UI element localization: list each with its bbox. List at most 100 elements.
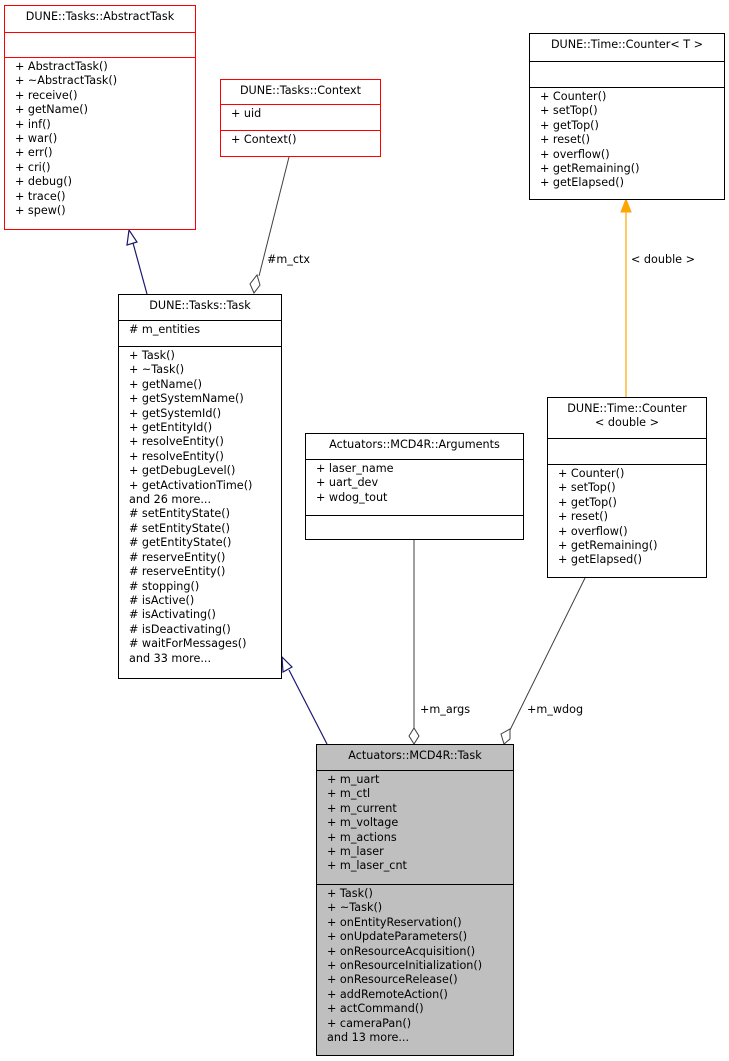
aggregation-edge-m-wdog: [500, 577, 586, 745]
inheritance-edge-mcd4r-task: [281, 655, 328, 745]
class-method: # getEntityState(): [129, 536, 232, 550]
class-method: # isDeactivating(): [129, 622, 231, 636]
class-method: + getActivationTime(): [129, 478, 253, 492]
class-method: + reset(): [540, 133, 590, 147]
class-method: + onResourceInitialization(): [327, 959, 483, 973]
class-method: + ~Task(): [327, 901, 383, 915]
class-method: # reserveEntity(): [129, 550, 226, 564]
class-method: + actCommand(): [327, 1002, 424, 1016]
class-method: # stopping(): [129, 579, 200, 593]
class-arguments[interactable]: Actuators::MCD4R::Arguments + laser_name…: [305, 433, 524, 540]
class-method: + onResourceAcquisition(): [327, 944, 476, 958]
class-abstract-task[interactable]: DUNE::Tasks::AbstractTask + AbstractTask…: [4, 5, 196, 230]
class-name: DUNE::Time::Counter < double >: [548, 398, 706, 438]
methods-section: + Context(): [221, 130, 380, 156]
class-method: + inf(): [15, 117, 51, 131]
class-tasks-task[interactable]: DUNE::Tasks::Task # m_entities + Task() +…: [118, 294, 282, 679]
class-method: + getRemaining(): [540, 162, 640, 176]
class-method: and 26 more...: [129, 493, 212, 507]
class-method: + cameraPan(): [327, 1016, 412, 1030]
edge-label-m-wdog: +m_wdog: [527, 703, 584, 716]
class-context[interactable]: DUNE::Tasks::Context + uid + Context(): [220, 79, 381, 157]
class-name: DUNE::Tasks::Context: [239, 84, 362, 97]
class-method: + Counter(): [558, 467, 625, 480]
class-method: + resolveEntity(): [129, 435, 224, 449]
class-counter-template[interactable]: DUNE::Time::Counter< T > + Counter() + se…: [529, 33, 725, 200]
class-method: + getSystemName(): [129, 392, 244, 406]
class-method: # setEntityState(): [129, 507, 231, 521]
class-method: + getName(): [129, 377, 203, 391]
class-method: + spew(): [15, 204, 66, 218]
methods-section: + Task() + ~Task() + getName() + getSystemN…: [119, 346, 281, 678]
class-method: + ~AbstractTask(): [15, 74, 118, 88]
class-method: + getEntityId(): [129, 421, 213, 435]
class-method: + setTop(): [558, 481, 616, 495]
class-attribute: + m_actions: [327, 830, 397, 844]
class-method: + ~Task(): [129, 363, 185, 377]
class-method: + getElapsed(): [540, 176, 624, 190]
methods-section: [306, 515, 523, 539]
class-name: DUNE::Tasks::AbstractTask: [25, 10, 175, 23]
edge-label-m-args: +m_args: [420, 703, 471, 716]
attributes-section: [5, 32, 195, 57]
methods-section: + AbstractTask() + ~AbstractTask() + recei…: [5, 57, 195, 229]
methods-section: + Counter() + setTop() + getTop() + reset()…: [530, 87, 724, 199]
class-method: + Counter(): [540, 90, 607, 103]
class-method: + getName(): [15, 103, 89, 117]
attributes-section: + uid: [221, 104, 380, 130]
methods-section: + Counter() + setTop() + getTop() + reset()…: [548, 464, 706, 577]
class-name-line1: DUNE::Time::Counter: [567, 402, 687, 415]
class-name: Actuators::MCD4R::Arguments: [329, 438, 500, 451]
class-method: + getTop(): [558, 495, 617, 509]
class-method: + err(): [15, 146, 53, 160]
class-method: + getTop(): [540, 118, 599, 132]
class-method: + reset(): [558, 510, 608, 524]
aggregation-edge-m-ctx: [249, 156, 290, 294]
attributes-section: [548, 438, 706, 464]
class-method: + war(): [15, 132, 58, 146]
class-attribute: + uart_dev: [316, 476, 379, 490]
class-method: + onUpdateParameters(): [327, 930, 468, 944]
class-method: + receive(): [15, 88, 78, 102]
class-method: + overflow(): [558, 524, 628, 538]
class-counter-double[interactable]: DUNE::Time::Counter < double > + Counter…: [547, 397, 707, 578]
class-attribute: # m_entities: [129, 323, 201, 336]
template-edge-counter: [620, 197, 632, 397]
class-method: + Task(): [129, 349, 175, 362]
class-method: # setEntityState(): [129, 521, 231, 535]
attributes-section: + m_uart + m_ctl + m_current + m_voltage + m…: [317, 770, 513, 884]
class-attribute: + m_laser_cnt: [327, 859, 407, 873]
class-method: + onResourceRelease(): [327, 973, 458, 987]
class-method: # waitForMessages(): [129, 637, 247, 651]
class-method: + Context(): [231, 133, 297, 146]
methods-section: + Task() + ~Task() + onEntityReservation()…: [317, 884, 513, 1055]
class-attribute: + m_ctl: [327, 787, 371, 801]
class-name-line2: < double >: [595, 416, 659, 430]
class-attribute: + m_laser: [327, 845, 384, 859]
class-method: + setTop(): [540, 104, 598, 118]
attributes-section: # m_entities: [119, 320, 281, 346]
class-method: # isActive(): [129, 593, 195, 607]
class-name: DUNE::Time::Counter< T >: [550, 38, 704, 51]
class-attribute: + uid: [231, 107, 262, 120]
class-method: # reserveEntity(): [129, 565, 226, 579]
class-method: + getElapsed(): [558, 553, 642, 567]
class-attribute: + m_current: [327, 801, 397, 815]
class-method: + Task(): [327, 887, 373, 900]
class-method: + resolveEntity(): [129, 449, 224, 463]
class-method: and 13 more...: [327, 1031, 410, 1045]
class-method: + getRemaining(): [558, 539, 658, 553]
class-method: # isActivating(): [129, 608, 216, 622]
attributes-section: + laser_name + uart_dev + wdog_tout: [306, 459, 523, 515]
class-method: + onEntityReservation(): [327, 915, 462, 929]
class-method: + AbstractTask(): [15, 60, 108, 73]
class-method: + addRemoteAction(): [327, 987, 448, 1001]
class-name: DUNE::Tasks::Task: [149, 299, 251, 312]
class-method: + trace(): [15, 189, 66, 203]
class-method: + debug(): [15, 175, 72, 189]
aggregation-edge-m-args: [408, 539, 420, 745]
class-attribute: + m_voltage: [327, 816, 399, 830]
edge-label-template-arg: < double >: [631, 253, 695, 266]
inheritance-edge-task-abstracttask: [126, 228, 148, 295]
class-mcd4r-task[interactable]: Actuators::MCD4R::Task + m_uart + m_ctl + …: [316, 744, 514, 1056]
